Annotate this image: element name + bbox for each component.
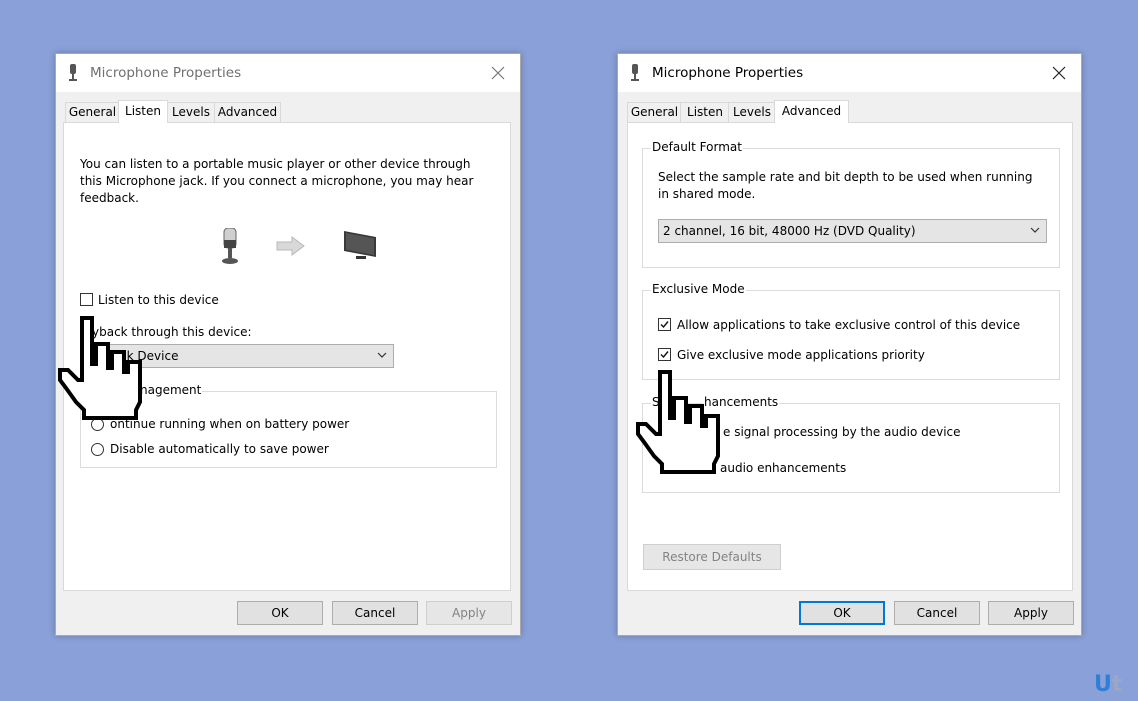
left-tab-listen[interactable]: Listen [118,100,168,123]
default-format-value: 2 channel, 16 bit, 48000 Hz (DVD Quality… [663,224,916,238]
left-tab-advanced[interactable]: Advanced [214,102,281,122]
listen-description: You can listen to a portable music playe… [80,157,474,205]
power-management-legend: nagement [139,383,203,397]
right-ok-button[interactable]: OK [799,601,885,625]
right-dialog-title: Microphone Properties [652,65,804,81]
arrow-right-icon [276,236,305,256]
exclusive-mode-legend: Exclusive Mode [651,282,746,296]
left-close-icon[interactable] [488,63,508,83]
right-tab-listen[interactable]: Listen [680,102,730,122]
checkmark-icon [660,351,669,359]
signal-processing-label: e signal processing by the audio device [723,425,961,439]
allow-exclusive-control-checkbox[interactable] [658,318,671,331]
restore-defaults-button[interactable]: Restore Defaults [643,544,781,570]
left-dialog-title: Microphone Properties [90,65,242,81]
right-tab-panel: Default Format Select the sample rate an… [627,122,1073,591]
default-format-combo[interactable]: 2 channel, 16 bit, 48000 Hz (DVD Quality… [658,219,1047,243]
chevron-down-icon [377,352,387,358]
default-format-description: Select the sample rate and bit depth to … [658,170,1033,201]
left-apply-button[interactable]: Apply [426,601,512,625]
watermark-logo: Ut [1094,672,1122,697]
monitor-icon [344,231,376,259]
right-title-bar: Microphone Properties [618,54,1081,92]
left-title-bar: Microphone Properties [56,54,520,92]
default-format-group: Default Format Select the sample rate an… [642,140,1060,268]
hand-pointer-cursor [58,316,142,420]
left-cancel-button[interactable]: Cancel [332,601,418,625]
microphone-title-icon [631,64,639,81]
right-cancel-button[interactable]: Cancel [894,601,980,625]
exclusive-priority-label: Give exclusive mode applications priorit… [677,348,925,362]
listen-to-device-checkbox[interactable] [80,293,93,306]
right-tab-levels[interactable]: Levels [728,102,776,122]
allow-exclusive-control-label: Allow applications to take exclusive con… [677,318,1021,332]
chevron-down-icon [1030,227,1040,233]
right-close-icon[interactable] [1049,63,1069,83]
right-apply-button[interactable]: Apply [988,601,1074,625]
audio-enhancements-label: audio enhancements [720,461,847,475]
hand-pointer-cursor [636,370,720,474]
exclusive-mode-group: Exclusive Mode Allow applications to tak… [642,282,1060,380]
default-format-legend: Default Format [651,140,743,154]
exclusive-priority-checkbox[interactable] [658,348,671,361]
right-tab-advanced[interactable]: Advanced [774,100,849,123]
left-tab-levels[interactable]: Levels [166,102,216,122]
disable-automatically-radio[interactable] [91,443,104,456]
microphone-icon [222,228,238,264]
watermark-letter-u: U [1094,672,1112,697]
microphone-title-icon [69,64,77,81]
right-tab-general[interactable]: General [627,102,682,122]
left-ok-button[interactable]: OK [237,601,323,625]
left-tab-general[interactable]: General [65,102,120,122]
right-properties-dialog: Microphone Properties General Listen Lev… [617,53,1082,636]
listen-to-device-label: Listen to this device [98,293,219,307]
disable-automatically-label: Disable automatically to save power [110,442,329,456]
watermark-letter-t: t [1111,672,1123,697]
checkmark-icon [660,321,669,329]
